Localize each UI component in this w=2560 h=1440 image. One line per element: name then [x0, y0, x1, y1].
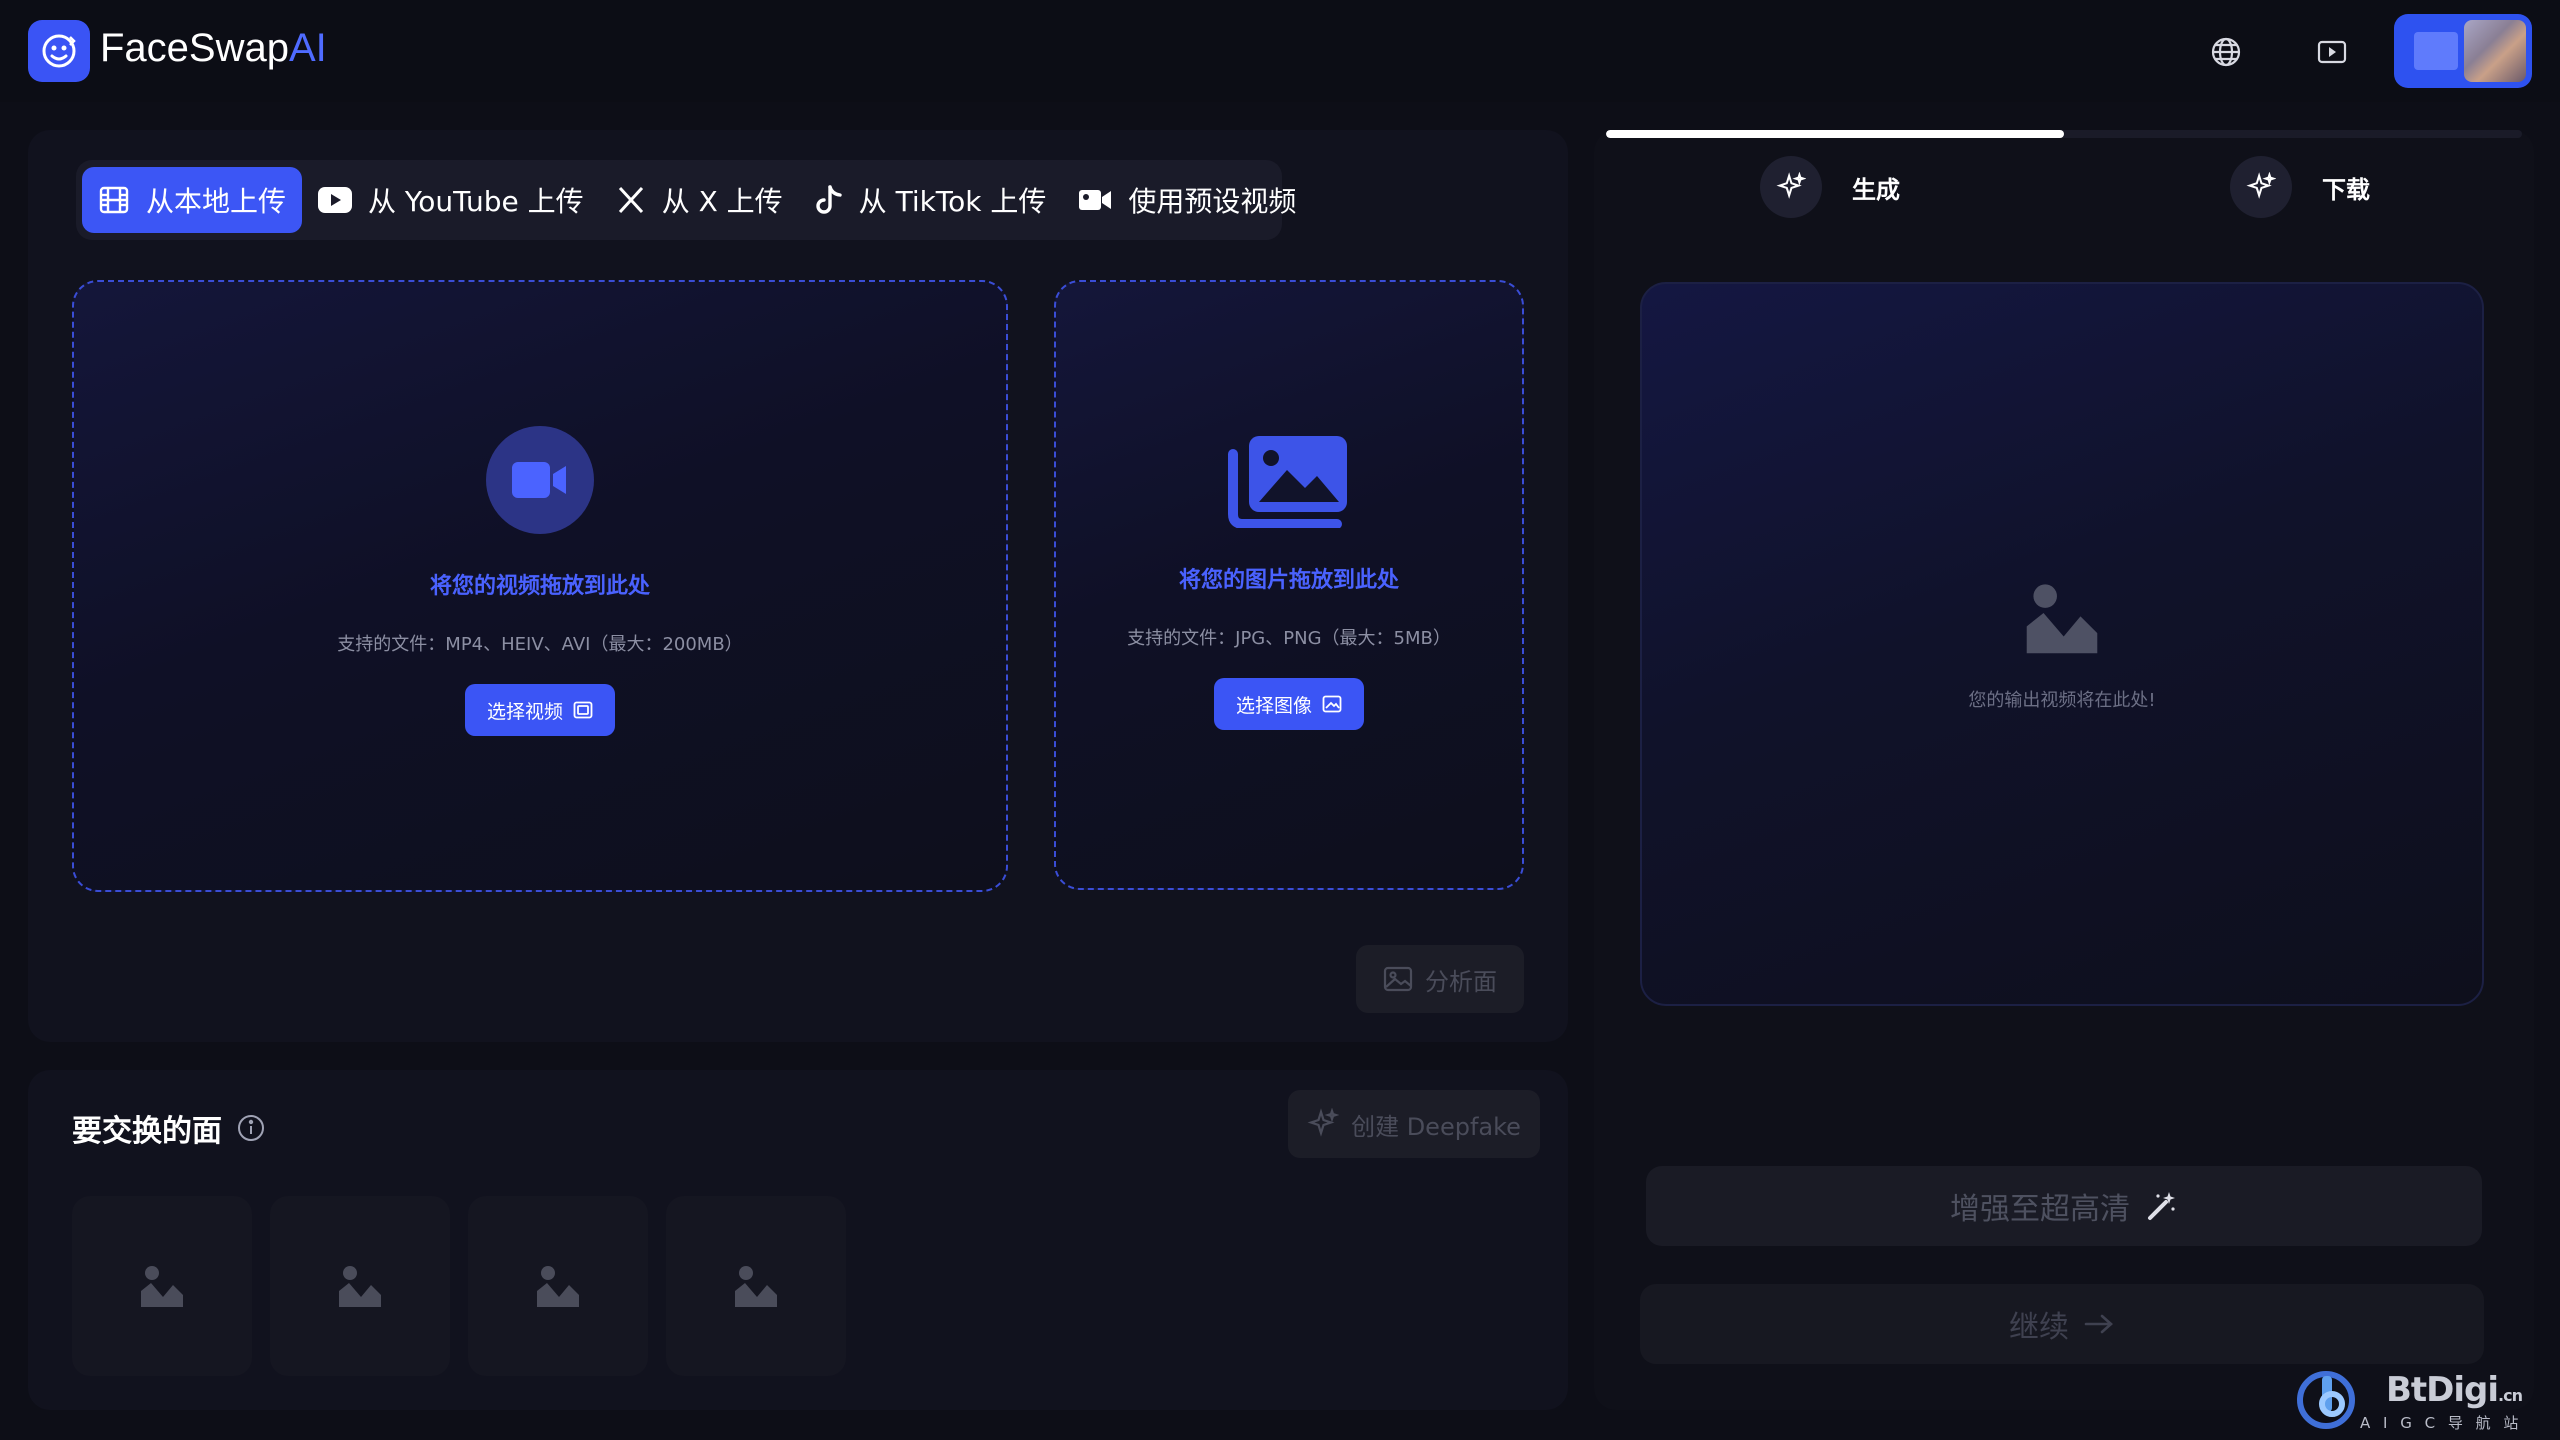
video-library-icon[interactable]: [2310, 30, 2354, 74]
x-logo-icon: [618, 186, 643, 214]
tab-preset-video[interactable]: 使用预设视频: [1062, 167, 1312, 233]
progress-bar: [1606, 130, 2522, 138]
brand-main: FaceSwap: [100, 26, 289, 70]
output-preview: 您的输出视频将在此处!: [1640, 282, 2484, 1006]
step-generate[interactable]: 生成: [1760, 156, 1900, 218]
image-icon: [1383, 966, 1413, 992]
brand-accent: AI: [288, 26, 327, 70]
arrow-right-icon: [2084, 1314, 2113, 1334]
image-drop-title: 将您的图片拖放到此处: [1178, 568, 1399, 593]
app-title[interactable]: FaceSwapAI: [100, 26, 327, 71]
image-drop-zone[interactable]: 将您的图片拖放到此处 支持的文件：JPG、PNG（最大：5MB） 选择图像: [1054, 280, 1524, 890]
upload-panel: 从本地上传 从 YouTube 上传 从 X 上传 从 TikTok 上传 使用…: [28, 130, 1568, 1042]
progress-fill: [1606, 130, 2064, 138]
tab-youtube-upload[interactable]: 从 YouTube 上传: [302, 167, 600, 233]
image-icon: [573, 701, 593, 719]
avatar-image: [2464, 20, 2526, 82]
person-placeholder-icon: [339, 1266, 381, 1307]
image-icon: [1322, 695, 1342, 713]
avatar-pixel-block: [2414, 32, 2458, 70]
image-drop-subtitle: 支持的文件：JPG、PNG（最大：5MB）: [1127, 628, 1451, 649]
tab-label: 从本地上传: [146, 185, 287, 218]
magic-wand-icon: [2148, 1192, 2175, 1220]
select-image-button[interactable]: 选择图像: [1213, 678, 1364, 730]
globe-icon[interactable]: [2204, 30, 2248, 74]
select-video-label: 选择视频: [486, 700, 563, 723]
analyze-faces-button[interactable]: 分析面: [1356, 945, 1524, 1013]
upload-source-tabs: 从本地上传 从 YouTube 上传 从 X 上传 从 TikTok 上传 使用…: [76, 160, 1296, 240]
video-camera-icon: [486, 426, 594, 534]
faces-title: 要交换的面: [72, 1106, 266, 1150]
info-icon[interactable]: [236, 1113, 266, 1143]
video-camera-icon: [1079, 190, 1112, 210]
tab-label: 从 TikTok 上传: [858, 185, 1047, 218]
select-video-button[interactable]: 选择视频: [464, 684, 615, 736]
enhance-uhd-button[interactable]: 增强至超高清: [1646, 1166, 2482, 1246]
continue-button[interactable]: 继续: [1640, 1284, 2484, 1364]
output-placeholder-text: 您的输出视频将在此处!: [1968, 690, 2156, 711]
face-slot-3[interactable]: [468, 1196, 648, 1376]
watermark-tagline: A I G C 导 航 站: [2360, 1414, 2523, 1432]
tiktok-icon: [816, 185, 842, 214]
tab-label: 从 YouTube 上传: [368, 185, 584, 218]
video-drop-subtitle: 支持的文件：MP4、HEIV、AVI（最大：200MB）: [337, 634, 743, 655]
video-drop-title: 将您的视频拖放到此处: [429, 574, 650, 599]
sparkle-icon: [1307, 1108, 1340, 1137]
tab-label: 从 X 上传: [661, 185, 783, 218]
app-logo-icon[interactable]: [28, 20, 90, 82]
step-download[interactable]: 下载: [2230, 156, 2370, 218]
create-deepfake-label: 创建 Deepfake: [1351, 1112, 1521, 1141]
person-placeholder-icon: [537, 1266, 579, 1307]
top-bar: FaceSwapAI: [0, 0, 2560, 102]
person-placeholder-icon: [735, 1266, 777, 1307]
tab-local-upload[interactable]: 从本地上传: [82, 167, 303, 233]
face-slot-1[interactable]: [72, 1196, 252, 1376]
watermark-logo: BtDigi.cn A I G C 导 航 站: [2296, 1368, 2536, 1432]
select-image-label: 选择图像: [1235, 694, 1312, 717]
continue-label: 继续: [2009, 1310, 2069, 1345]
analyze-faces-label: 分析面: [1425, 967, 1497, 996]
video-drop-zone[interactable]: 将您的视频拖放到此处 支持的文件：MP4、HEIV、AVI（最大：200MB） …: [72, 280, 1008, 892]
images-icon: [1228, 436, 1347, 528]
sparkle-icon: [2230, 156, 2292, 218]
sparkle-icon: [1760, 156, 1822, 218]
faces-title-text: 要交换的面: [72, 1114, 222, 1149]
enhance-uhd-label: 增强至超高清: [1950, 1192, 2130, 1227]
step-generate-label: 生成: [1852, 175, 1900, 204]
face-slot-4[interactable]: [666, 1196, 846, 1376]
tab-x-upload[interactable]: 从 X 上传: [600, 167, 799, 233]
faces-panel: 要交换的面 创建 Deepfake: [28, 1070, 1568, 1410]
film-icon: [99, 186, 129, 214]
face-slot-2[interactable]: [270, 1196, 450, 1376]
user-avatar[interactable]: [2394, 14, 2532, 88]
watermark-suffix: .cn: [2498, 1386, 2523, 1405]
youtube-icon: [318, 187, 353, 213]
create-deepfake-button[interactable]: 创建 Deepfake: [1288, 1090, 1540, 1158]
step-download-label: 下载: [2322, 175, 2370, 204]
person-placeholder-icon: [2026, 584, 2098, 654]
person-placeholder-icon: [141, 1266, 183, 1307]
output-panel: 生成 下载 您的输出视频将在此处! 增强至超高清 继续: [1594, 130, 2534, 1410]
watermark-text: BtDigi: [2386, 1370, 2499, 1410]
tab-tiktok-upload[interactable]: 从 TikTok 上传: [799, 167, 1063, 233]
tab-label: 使用预设视频: [1128, 185, 1297, 218]
